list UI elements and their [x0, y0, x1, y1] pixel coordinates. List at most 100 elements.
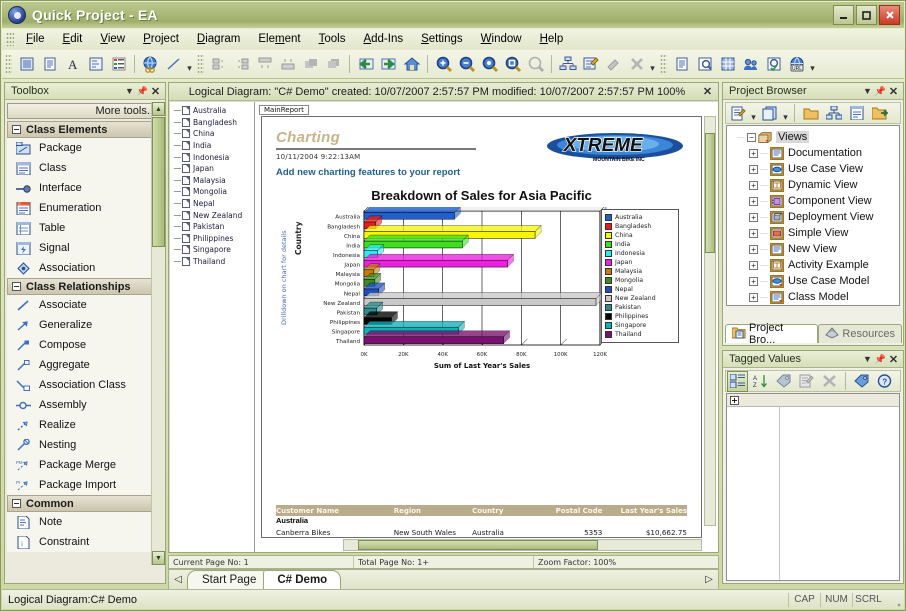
z-order-front-icon[interactable]	[323, 54, 344, 75]
zoom-out-icon[interactable]	[456, 54, 477, 75]
menu-grip[interactable]	[6, 32, 14, 46]
chevron-down-icon[interactable]: ▼	[123, 85, 136, 98]
scroll-thumb[interactable]	[152, 117, 165, 247]
close-button[interactable]	[879, 5, 900, 25]
minimize-button[interactable]	[833, 5, 854, 25]
scroll-up-button[interactable]: ▲	[152, 102, 165, 116]
toolbox-item-signal[interactable]: Signal	[7, 238, 163, 258]
tree-item-new-view[interactable]: + New View	[731, 241, 899, 257]
menu-item-addins[interactable]: Add-Ins	[354, 31, 412, 47]
chevron-left-icon[interactable]: ◁	[169, 569, 187, 589]
nav-item[interactable]: Indonesia	[174, 151, 254, 163]
notes-icon[interactable]	[580, 54, 601, 75]
expand-icon[interactable]: +	[749, 212, 758, 222]
project-browser-tree[interactable]: − Views + Documentation + Use Case View + Dynam…	[726, 125, 900, 306]
menu-item-help[interactable]: Help	[531, 31, 573, 47]
tree-item-use-case-model[interactable]: + Use Case Model	[731, 273, 899, 289]
nav-item[interactable]: Malaysia	[174, 175, 254, 187]
nav-item[interactable]: India	[174, 140, 254, 152]
toolbox-item-note[interactable]: Note	[7, 512, 163, 532]
menu-item-element[interactable]: Element	[249, 31, 309, 47]
close-icon[interactable]: ✕	[887, 85, 900, 98]
toolbox-item-associate[interactable]: Associate	[7, 295, 163, 315]
toolbox-item-enumeration[interactable]: E Enumeration	[7, 198, 163, 218]
collapse-box-icon[interactable]	[12, 499, 21, 508]
expand-icon[interactable]: +	[749, 244, 758, 254]
scroll-down-button[interactable]: ▼	[152, 551, 165, 565]
tab-csharp-demo[interactable]: C# Demo	[263, 570, 342, 589]
font-icon[interactable]: A	[62, 54, 83, 75]
new-element-dropdown-icon[interactable]: ▾	[781, 103, 790, 123]
new-package-dropdown-icon[interactable]: ▾	[749, 103, 758, 123]
tree-item-documentation[interactable]: + Documentation	[731, 145, 899, 161]
line-tool-icon[interactable]	[163, 54, 184, 75]
toolbox-item-class[interactable]: Class	[7, 158, 163, 178]
toolbox-group-class-relationships[interactable]: Class Relationships	[7, 278, 163, 295]
toolbox-item-table[interactable]: Table	[7, 218, 163, 238]
toolbox-item-package-merge[interactable]: PM Package Merge	[7, 455, 163, 475]
tag-blue-icon[interactable]	[851, 371, 872, 392]
tab-start-page[interactable]: Start Page	[187, 570, 272, 589]
users-icon[interactable]	[740, 54, 761, 75]
sort-az-icon[interactable]: AZ	[750, 371, 771, 392]
maximize-button[interactable]	[856, 5, 877, 25]
preview-icon[interactable]	[694, 54, 715, 75]
tree-item-activity-example[interactable]: + Activity Example	[731, 257, 899, 273]
zoom-in-icon[interactable]	[433, 54, 454, 75]
audit-icon[interactable]	[763, 54, 784, 75]
toolbox-item-generalize[interactable]: Generalize	[7, 315, 163, 335]
forward-arrow-icon[interactable]	[378, 54, 399, 75]
toolbox-group-class-elements[interactable]: Class Elements	[7, 121, 163, 138]
toolbar-overflow-2[interactable]: ▾	[648, 54, 657, 74]
group-icon[interactable]	[727, 370, 748, 392]
zoom-page-icon[interactable]	[502, 54, 523, 75]
toolbar-grip-3[interactable]	[660, 54, 667, 74]
back-arrow-icon[interactable]	[355, 54, 376, 75]
tag-icon[interactable]	[773, 371, 794, 392]
expand-icon[interactable]: +	[749, 228, 758, 238]
help-icon[interactable]: ?	[874, 371, 895, 392]
toolbox-item-association[interactable]: Association	[7, 258, 163, 278]
chevron-down-icon[interactable]: ▼	[861, 353, 874, 366]
close-icon[interactable]: ✕	[887, 353, 900, 366]
new-element-icon[interactable]	[759, 103, 780, 124]
hierarchy-icon[interactable]	[823, 103, 844, 124]
pin-icon[interactable]: 📌	[874, 353, 887, 366]
document-icon[interactable]	[39, 54, 60, 75]
align-left-icon[interactable]	[208, 54, 229, 75]
collapse-icon[interactable]: −	[747, 132, 756, 142]
toolbox-scrollbar[interactable]: ▲ ▼	[151, 102, 165, 565]
tree-item-class-model[interactable]: + Class Model	[731, 289, 899, 305]
plus-box-icon[interactable]	[730, 395, 739, 405]
expand-icon[interactable]: +	[749, 260, 758, 270]
menu-item-edit[interactable]: Edit	[54, 31, 92, 47]
expand-icon[interactable]: +	[749, 180, 758, 190]
toolbar-overflow-3[interactable]: ▾	[808, 54, 817, 74]
nav-item[interactable]: Pakistan	[174, 221, 254, 233]
nav-item[interactable]: Australia	[174, 105, 254, 117]
toolbox-item-nesting[interactable]: Nesting	[7, 435, 163, 455]
import-icon[interactable]	[869, 103, 890, 124]
toolbar-overflow-1[interactable]: ▾	[185, 54, 194, 74]
open-folder-icon[interactable]	[800, 103, 821, 124]
scroll-thumb[interactable]	[705, 133, 715, 253]
hierarchy-icon[interactable]	[557, 54, 578, 75]
tree-root-views[interactable]: − Views	[731, 129, 899, 145]
expand-icon[interactable]: +	[749, 276, 758, 286]
sales-bar-chart[interactable]: Drilldown on chart for details Country 0…	[276, 207, 687, 375]
z-order-back-icon[interactable]	[300, 54, 321, 75]
list-icon[interactable]	[108, 54, 129, 75]
report-tab-mainreport[interactable]: MainReport	[259, 105, 309, 115]
new-diagram-icon[interactable]	[16, 54, 37, 75]
align-right-icon[interactable]	[231, 54, 252, 75]
close-icon[interactable]: ✕	[701, 85, 714, 98]
tree-item-deployment-view[interactable]: + Deployment View	[731, 209, 899, 225]
home-icon[interactable]	[401, 54, 422, 75]
nav-item[interactable]: China	[174, 128, 254, 140]
tree-item-simple-view[interactable]: + Simple View	[731, 225, 899, 241]
menu-item-window[interactable]: Window	[472, 31, 531, 47]
nav-item[interactable]: Japan	[174, 163, 254, 175]
expand-icon[interactable]: +	[749, 148, 758, 158]
nav-item[interactable]: Singapore	[174, 244, 254, 256]
expand-icon[interactable]: +	[749, 196, 758, 206]
